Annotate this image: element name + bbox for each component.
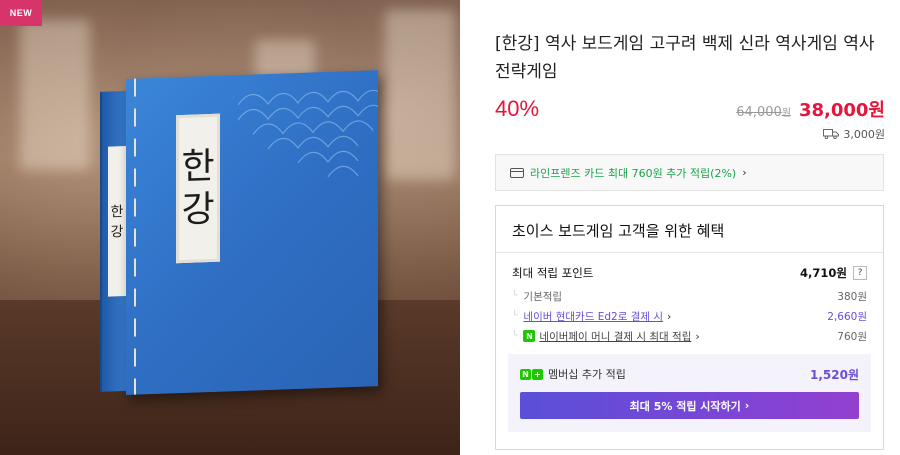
- original-price-unit: 원: [781, 108, 791, 119]
- binding-stitch: [134, 78, 136, 395]
- box-spine: 한 강: [100, 90, 128, 392]
- membership-start-button[interactable]: 최대 5% 적립 시작하기 ›: [520, 392, 859, 419]
- membership-start-label: 최대 5% 적립 시작하기: [629, 399, 741, 413]
- max-points-label: 최대 적립 포인트: [512, 266, 594, 280]
- card-benefit-banner[interactable]: 라인프렌즈 카드 최대 760원 추가 적립(2%) ›: [495, 154, 884, 191]
- benefit-row-basic: └ 기본적립 380원: [512, 288, 867, 304]
- naver-n-icon: N: [520, 368, 531, 380]
- card-icon: [510, 167, 524, 178]
- chevron-right-icon: ›: [744, 399, 750, 412]
- max-points-value-group: 4,710원 ?: [800, 265, 867, 281]
- chevron-right-icon: ›: [667, 309, 672, 323]
- chevron-right-icon: ›: [742, 166, 747, 179]
- shipping-fee: 3,000원: [823, 126, 885, 142]
- original-price-value: 64,000: [736, 105, 782, 120]
- max-points-row: 최대 적립 포인트 4,710원 ?: [512, 264, 867, 282]
- spine-label: 한 강: [108, 145, 126, 297]
- box-cover: 한 강: [126, 70, 378, 395]
- product-info-panel: [한강] 역사 보드게임 고구려 백제 신라 역사게임 역사전략게임 40% 6…: [495, 0, 885, 455]
- wave-pattern: [238, 89, 378, 178]
- cover-title-label: 한 강: [176, 113, 220, 264]
- naver-plus-icon: N +: [520, 368, 543, 380]
- membership-panel: N + 멤버십 추가 적립 1,520원 최대 5% 적립 시작하기 ›: [508, 354, 871, 432]
- benefit-row-basic-label: 기본적립: [523, 290, 563, 303]
- naver-pay-link[interactable]: 네이버페이 머니 결제 시 최대 적립: [539, 329, 691, 344]
- spine-char-2: 강: [110, 224, 124, 241]
- product-image[interactable]: 한 강 한 강 NEW: [0, 0, 460, 455]
- help-icon[interactable]: ?: [853, 266, 867, 280]
- tree-branch-icon: └: [512, 331, 518, 341]
- tree-branch-icon: └: [512, 291, 518, 301]
- board-game-box: 한 강 한 강: [100, 70, 378, 398]
- membership-row: N + 멤버십 추가 적립 1,520원: [520, 366, 859, 382]
- benefit-title: 초이스 보드게임 고객을 위한 혜택: [512, 222, 725, 240]
- benefit-row-npay-value: 760원: [837, 330, 867, 343]
- truck-icon: [823, 129, 840, 139]
- plus-icon: +: [532, 368, 543, 380]
- membership-value: 1,520원: [810, 367, 859, 382]
- divider: [496, 252, 883, 253]
- sale-price: 38,000원: [798, 100, 885, 121]
- membership-label: 멤버십 추가 적립: [548, 368, 626, 381]
- naver-pay-icon: N: [523, 330, 536, 342]
- benefit-row-basic-value: 380원: [837, 290, 867, 303]
- tree-branch-icon: └: [512, 311, 518, 321]
- spine-char-1: 한: [110, 204, 124, 221]
- card-benefit-text: 라인프렌즈 카드 최대 760원 추가 적립(2%): [530, 166, 737, 180]
- background-window-right: [385, 10, 455, 180]
- membership-left: N + 멤버십 추가 적립: [520, 366, 626, 382]
- background-window-left: [20, 20, 90, 170]
- shipping-fee-value: 3,000원: [843, 128, 885, 141]
- benefit-row-card: └ 네이버 현대카드 Ed2로 결제 시 › 2,660원: [512, 308, 867, 324]
- max-points-value: 4,710원: [800, 266, 847, 280]
- product-title: [한강] 역사 보드게임 고구려 백제 신라 역사게임 역사전략게임: [495, 34, 875, 82]
- benefit-box: 초이스 보드게임 고객을 위한 혜택 최대 적립 포인트 4,710원 ? └ …: [495, 205, 884, 450]
- cover-char-2: 강: [181, 188, 215, 232]
- price-block: 64,000원 38,000원: [736, 96, 885, 122]
- discount-rate: 40%: [495, 96, 540, 121]
- benefit-row-npay: └ N 네이버페이 머니 결제 시 최대 적립 › 760원: [512, 328, 867, 344]
- new-badge: NEW: [0, 0, 42, 26]
- benefit-row-npay-left: └ N 네이버페이 머니 결제 시 최대 적립 ›: [512, 329, 700, 344]
- original-price: 64,000원: [736, 104, 791, 120]
- benefit-row-card-value: 2,660원: [827, 310, 867, 323]
- benefit-row-basic-left: └ 기본적립: [512, 289, 562, 304]
- chevron-right-icon: ›: [695, 329, 700, 343]
- hyundai-card-link[interactable]: 네이버 현대카드 Ed2로 결제 시: [523, 309, 663, 324]
- cover-char-1: 한: [181, 145, 215, 188]
- benefit-row-card-left: └ 네이버 현대카드 Ed2로 결제 시 ›: [512, 309, 671, 324]
